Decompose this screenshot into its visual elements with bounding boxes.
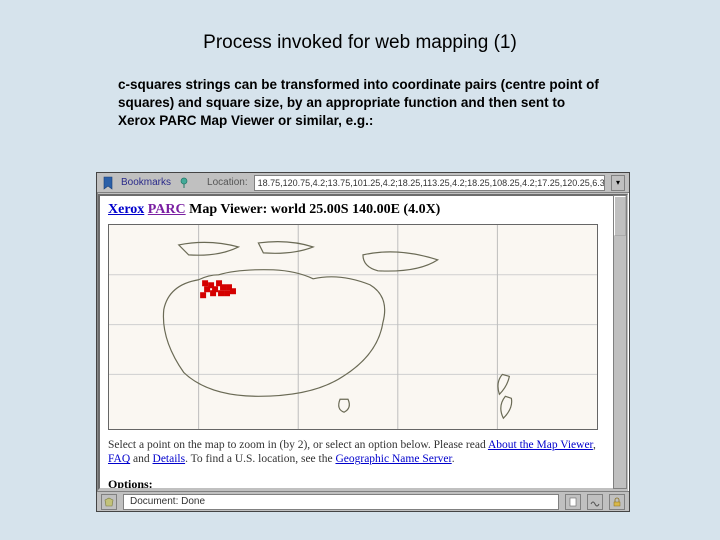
page-title-rest: Map Viewer: world 25.00S 140.00E (4.0X) [189,202,440,217]
gns-link[interactable]: Geographic Name Server [335,453,451,465]
security-icon [101,494,117,510]
net-icon [587,494,603,510]
slide-title: Process invoked for web mapping (1) [0,0,720,54]
location-label: Location: [207,177,248,188]
details-link[interactable]: Details [153,453,186,465]
about-link[interactable]: About the Map Viewer [488,439,593,451]
page-title: Xerox PARC Map Viewer: world 25.00S 140.… [108,202,618,218]
lock-icon [609,494,625,510]
scrollbar-thumb[interactable] [614,196,626,236]
faq-link[interactable]: FAQ [108,453,130,465]
parc-link[interactable]: PARC [148,202,186,217]
location-icon [177,176,191,190]
options-label: Options: [108,477,618,490]
location-dropdown[interactable]: ▾ [611,175,625,191]
bookmark-icon [101,176,115,190]
status-text: Document: Done [123,494,559,510]
browser-window: Bookmarks Location: 18.75,120.75,4.2;13.… [96,172,630,512]
xerox-link[interactable]: Xerox [108,202,144,217]
bookmarks-toolbar: Bookmarks Location: 18.75,120.75,4.2;13.… [97,173,629,193]
bookmarks-label[interactable]: Bookmarks [121,177,171,188]
location-input[interactable]: 18.75,120.75,4.2;13.75,101.25,4.2;18.25,… [254,175,605,191]
slide-body-text: c-squares strings can be transformed int… [118,76,602,131]
browser-viewport: Xerox PARC Map Viewer: world 25.00S 140.… [98,194,628,490]
status-bar: Document: Done [97,491,629,511]
doc-icon [565,494,581,510]
vertical-scrollbar[interactable] [613,195,627,489]
instruction-text: Select a point on the map to zoom in (by… [108,438,618,467]
map-image[interactable] [108,224,598,430]
